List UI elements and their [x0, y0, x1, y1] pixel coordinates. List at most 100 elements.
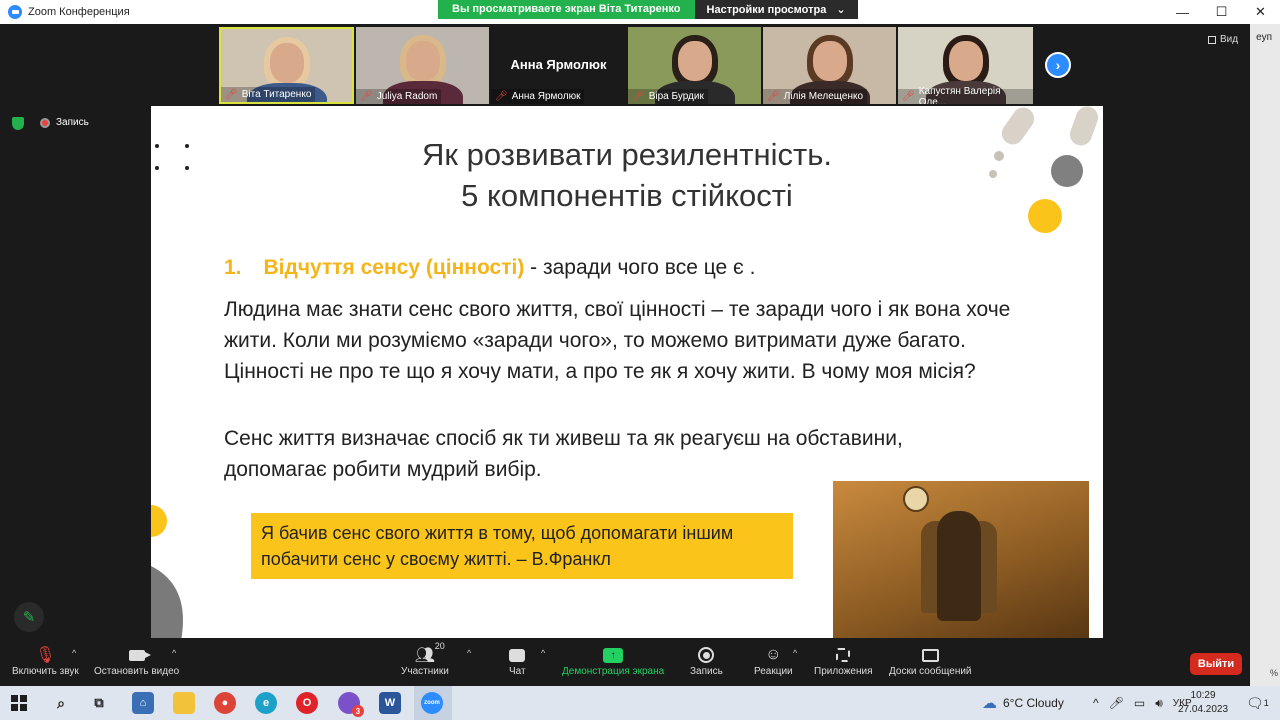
share-banner: Вы просматриваете экран Віта Титаренко Н…: [438, 0, 858, 19]
slide-point: 1. Відчуття сенсу (цінності) - заради чог…: [224, 256, 755, 280]
viber-icon[interactable]: 3: [338, 692, 364, 717]
participant-name: Анна Ярмолюк: [511, 91, 581, 102]
minimize-button[interactable]: —: [1163, 0, 1202, 24]
participant-name-tag: 🎤︎ Віта Титаренко: [221, 87, 316, 102]
participant-tile[interactable]: 🎤︎ Віра Бурдик: [628, 27, 761, 104]
slide-paragraph: Сенс життя визначає спосіб як ти живеш т…: [224, 427, 903, 481]
participant-name-tag: 🎤︎ Капустян Валерія Оле...: [898, 86, 1033, 104]
slide-title-line2: 5 компонентів стійкості: [461, 178, 793, 213]
annotate-button[interactable]: ✎: [14, 602, 44, 632]
volume-icon[interactable]: 🔊︎: [1155, 696, 1163, 711]
tray-expand-icon[interactable]: ^: [1093, 696, 1099, 710]
participants-label: Участники: [401, 666, 449, 677]
close-button[interactable]: ✕: [1241, 0, 1280, 24]
notifications-button[interactable]: 🗨︎ 1: [1246, 686, 1269, 720]
recording-indicator[interactable]: Запись: [40, 117, 89, 128]
window-title: Zoom Конференция: [28, 6, 130, 18]
stop-video-button[interactable]: Остановить видео: [94, 644, 179, 677]
view-button-label: Вид: [1220, 34, 1239, 45]
stop-video-label: Остановить видео: [94, 666, 180, 677]
smile-icon: ☺: [765, 646, 782, 663]
reactions-caret[interactable]: ^: [793, 648, 797, 658]
edge-icon[interactable]: e: [255, 692, 277, 714]
participant-tile[interactable]: Анна Ярмолюк 🎤︎ Анна Ярмолюк: [491, 27, 626, 104]
window-controls: — ☐ ✕: [1163, 0, 1280, 24]
zoom-taskbar-icon[interactable]: zoom: [421, 692, 443, 714]
clock-date: 27.04.2023: [1178, 704, 1229, 715]
apps-label: Приложения: [814, 666, 873, 677]
participants-button[interactable]: 👥︎ 20 Участники: [401, 641, 449, 677]
taskbar-clock[interactable]: 10:29 27.04.2023: [1178, 689, 1228, 717]
slide-title-line1: Як розвивати резилентність.: [422, 137, 832, 172]
network-icon[interactable]: ▭: [1134, 696, 1145, 710]
windows-start-icon[interactable]: [11, 695, 27, 711]
clock-time: 10:29: [1190, 690, 1216, 701]
participant-face: [405, 41, 440, 81]
chat-caret[interactable]: ^: [541, 648, 545, 658]
person-image: [937, 511, 981, 621]
recording-label: Запись: [56, 117, 89, 128]
participants-caret[interactable]: ^: [467, 648, 471, 658]
pencil-icon: ✎: [22, 609, 36, 626]
apps-button[interactable]: Приложения: [814, 644, 873, 677]
chat-label: Чат: [509, 666, 526, 677]
unmute-label: Включить звук: [12, 666, 79, 677]
participant-tile[interactable]: 🎤︎ Juliya Radom: [356, 27, 489, 104]
weather-text: 6°C Cloudy: [1003, 696, 1064, 710]
system-tray: ^ 🎤︎ ▭ 🔊︎ УКР: [1093, 686, 1192, 720]
chat-button[interactable]: Чат: [509, 644, 526, 677]
participant-tile[interactable]: 🎤︎ Віта Титаренко: [219, 27, 354, 104]
participant-name-tag: 🎤︎ Лілія Мелещенко: [763, 89, 868, 104]
participant-name: Віта Титаренко: [241, 89, 312, 100]
slide-illustration: [833, 481, 1089, 641]
whiteboards-button[interactable]: Доски сообщений: [889, 644, 972, 677]
chrome-icon[interactable]: ●: [214, 692, 236, 714]
participant-name: Лілія Мелещенко: [783, 91, 864, 102]
whiteboard-icon: [921, 648, 939, 662]
mic-off-icon: 🎤︎: [495, 91, 508, 102]
participant-name: Juliya Radom: [376, 91, 438, 102]
opera-icon[interactable]: O: [296, 692, 318, 714]
next-page-button[interactable]: ›: [1045, 52, 1071, 78]
participant-tile[interactable]: 🎤︎ Капустян Валерія Оле...: [898, 27, 1033, 104]
search-icon[interactable]: ⌕: [50, 692, 72, 714]
share-screen-button[interactable]: ↑ Демонстрация экрана: [562, 644, 664, 677]
record-label: Запись: [690, 666, 723, 677]
security-shield-icon[interactable]: [12, 117, 24, 130]
file-explorer-icon[interactable]: [173, 692, 195, 714]
teams-app-icon[interactable]: ⌂: [132, 692, 154, 714]
view-button[interactable]: Вид: [1208, 34, 1238, 45]
mic-tray-icon[interactable]: 🎤︎: [1109, 696, 1124, 710]
reactions-button[interactable]: ☺ Реакции: [754, 644, 793, 677]
record-button[interactable]: Запись: [690, 644, 723, 677]
word-icon[interactable]: W: [379, 692, 401, 714]
participants-icon: 👥︎ 20: [414, 641, 445, 664]
clock-image: [903, 486, 929, 512]
video-options-caret[interactable]: ^: [172, 648, 176, 658]
notification-count: 1: [1263, 698, 1269, 708]
view-options-label: Настройки просмотра: [706, 3, 827, 16]
slide-quote: Я бачив сенс свого життя в тому, щоб доп…: [251, 513, 793, 579]
meeting-area: еуп % Вид 🎤︎ Віта Титаренко 🎤︎ Juliya Rado…: [0, 24, 1280, 686]
leave-button[interactable]: Выйти: [1190, 653, 1242, 675]
audio-options-caret[interactable]: ^: [72, 648, 76, 658]
mic-off-icon: 🎤︎: [902, 91, 915, 102]
weather-widget[interactable]: ☁ 6°C Cloudy: [982, 686, 1064, 720]
mic-off-icon: 🎤︎: [360, 91, 373, 102]
chevron-right-icon: ›: [1055, 57, 1061, 73]
cloud-icon: ☁: [982, 695, 997, 712]
mic-muted-icon: 🎙︎: [35, 647, 56, 664]
camera-icon: [128, 649, 151, 661]
participant-name-tag: 🎤︎ Juliya Radom: [356, 89, 442, 104]
participant-name: Віра Бурдик: [648, 91, 704, 102]
record-dot-icon: [40, 117, 50, 128]
chat-icon: [509, 648, 526, 662]
maximize-button[interactable]: ☐: [1202, 0, 1241, 24]
view-options-button[interactable]: Настройки просмотра ⌄: [694, 0, 858, 19]
participant-display-name: Анна Ярмолюк: [510, 57, 607, 72]
participant-face: [812, 41, 847, 81]
task-view-icon[interactable]: ⧉: [88, 692, 110, 714]
participant-tile[interactable]: 🎤︎ Лілія Мелещенко: [763, 27, 896, 104]
grid-icon: [1208, 35, 1216, 44]
unmute-button[interactable]: 🎙︎ Включить звук: [12, 644, 79, 677]
